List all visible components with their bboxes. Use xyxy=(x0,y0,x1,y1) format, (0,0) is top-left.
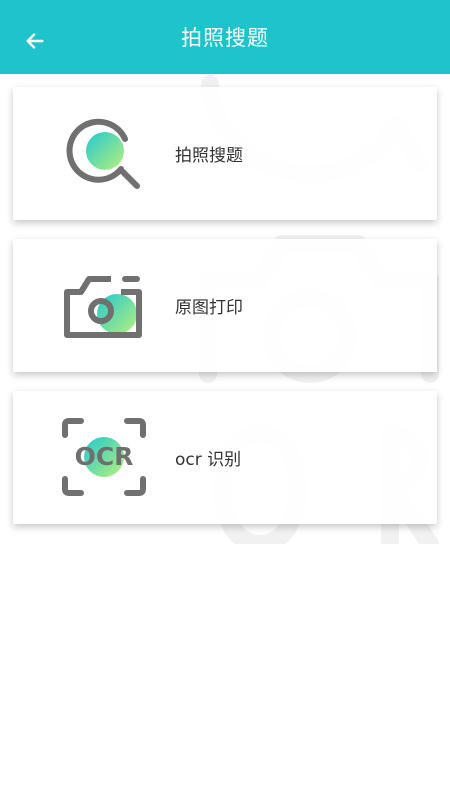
menu-label: 原图打印 xyxy=(175,298,243,318)
page-title: 拍照搜题 xyxy=(181,26,269,50)
ocr-icon-text: OCR xyxy=(75,442,134,471)
menu-label: ocr 识别 xyxy=(175,450,242,470)
menu-card-photo-search[interactable]: 拍照搜题 xyxy=(13,87,437,220)
menu-label: 拍照搜题 xyxy=(175,146,243,166)
menu-card-original-print[interactable]: 原图打印 xyxy=(13,239,437,372)
search-magnifier-icon xyxy=(66,118,140,189)
menu-card-ocr[interactable]: OCR ocr 识别 xyxy=(13,391,437,524)
app-bar: 拍照搜题 xyxy=(0,0,450,74)
ocr-scan-icon: OCR xyxy=(62,418,146,496)
camera-icon xyxy=(64,276,142,338)
